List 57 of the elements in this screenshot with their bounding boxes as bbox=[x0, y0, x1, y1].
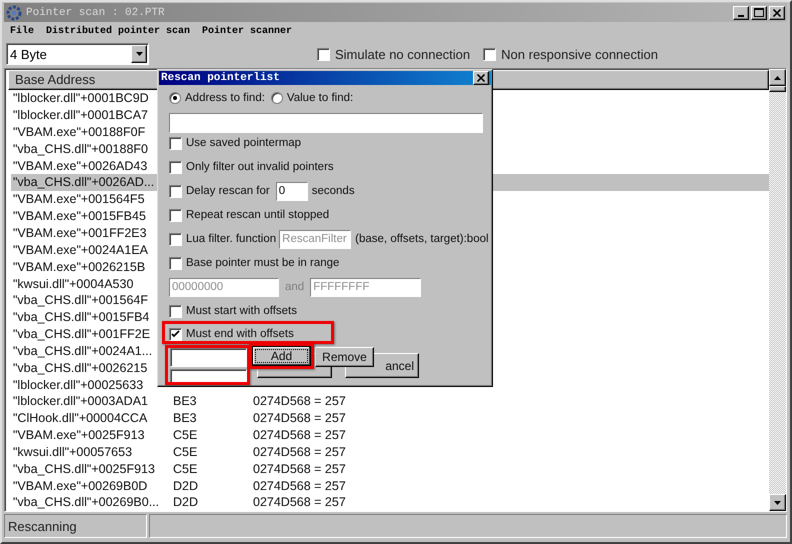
table-cell-text: 0274D568 = 257 bbox=[252, 411, 347, 426]
table-cell-text: "VBAM.exe"+00188F0F bbox=[12, 124, 146, 139]
range-joiner: and bbox=[285, 281, 304, 293]
checkbox-label: Simulate no connection bbox=[335, 46, 470, 62]
table-cell-text: C5E bbox=[172, 462, 198, 476]
table-cell-text: "kwsui.dll"+00057653 bbox=[12, 444, 134, 459]
table-cell-text: "lblocker.dll"+0001BCA7 bbox=[12, 108, 149, 122]
table-cell-text: C5E bbox=[172, 444, 198, 459]
option-label: Delay rescan for bbox=[186, 185, 270, 197]
table-cell-text: "VBAM.exe"+0024A1EA bbox=[12, 242, 149, 257]
table-cell-text: "VBAM.exe"+0025F913 bbox=[12, 428, 146, 442]
table-cell-text: "lblocker.dll"+0003ADA1 bbox=[12, 394, 149, 408]
table-cell-text: D2D bbox=[172, 495, 200, 510]
table-cell-text: "vba_CHS.dll"+00188F0 bbox=[12, 142, 149, 156]
table-cell-text: "vba_CHS.dll"+0026215 bbox=[12, 360, 148, 375]
option-label: Repeat rescan until stopped bbox=[186, 209, 330, 221]
table-cell-text: 0274D568 = 257 bbox=[252, 394, 347, 408]
table-cell-text: 0274D568 = 257 bbox=[252, 462, 347, 476]
option-label: Lua filter. function bbox=[186, 233, 276, 245]
table-cell-text: "lblocker.dll"+0001BC9D bbox=[12, 91, 150, 106]
table-cell-text: "VBAM.exe"+0026215B bbox=[12, 260, 146, 274]
table-cell-text: "vba_CHS.dll"+0026AD... bbox=[12, 175, 156, 190]
option-label: Base pointer must be in range bbox=[186, 257, 340, 269]
table-cell-text: "VBAM.exe"+001FF2E3 bbox=[12, 226, 148, 240]
table-cell-text: "kwsui.dll"+0004A530 bbox=[12, 276, 134, 291]
table-cell-text: BE3 bbox=[172, 394, 198, 408]
table-cell-text: D2D bbox=[172, 478, 200, 493]
option-label: Must start with offsets bbox=[186, 305, 297, 317]
option-label: Use saved pointermap bbox=[186, 137, 302, 149]
table-cell-text: "vba_CHS.dll"+001FF2E bbox=[12, 327, 152, 342]
table-cell-text: "VBAM.exe"+0026AD43 bbox=[12, 158, 148, 173]
table-cell-text: BE3 bbox=[172, 411, 198, 426]
table-cell-text: "vba_CHS.dll"+0024A1... bbox=[12, 344, 154, 358]
option-label: Must end with offsets bbox=[186, 328, 294, 340]
unit-label: seconds bbox=[312, 185, 355, 197]
signature-label: (base, offsets, target):bool bbox=[355, 233, 489, 245]
table-cell-text: "vba_CHS.dll"+00269B0... bbox=[12, 495, 160, 510]
table-cell-text: "vba_CHS.dll"+001564F bbox=[12, 293, 149, 308]
table-cell-text: "VBAM.exe"+00269B0D bbox=[12, 478, 148, 493]
table-cell-text: 0274D568 = 257 bbox=[252, 444, 347, 459]
option-label: Only filter out invalid pointers bbox=[186, 161, 334, 173]
table-cell-text: 0274D568 = 257 bbox=[252, 478, 347, 493]
table-cell-text: "VBAM.exe"+0015FB45 bbox=[12, 209, 147, 224]
table-cell-text: "lblocker.dll"+00025633 bbox=[12, 378, 144, 392]
table-cell-text: "ClHook.dll"+00004CCA bbox=[12, 411, 148, 426]
status-text: Rescanning bbox=[4, 514, 147, 538]
table-cell-text: "vba_CHS.dll"+0015FB4 bbox=[12, 310, 150, 324]
table-cell-text: 0274D568 = 257 bbox=[252, 428, 347, 442]
radio-label: Address to find: bbox=[185, 92, 265, 104]
table-cell-text: "VBAM.exe"+001564F5 bbox=[12, 192, 146, 206]
radio-label: Value to find: bbox=[286, 92, 354, 104]
table-cell-text: "vba_CHS.dll"+0025F913 bbox=[12, 462, 156, 476]
table-cell-text: 0274D568 = 257 bbox=[252, 495, 347, 510]
dialog-title: Rescan pointerlist bbox=[161, 72, 280, 84]
table-cell-text: C5E bbox=[172, 428, 198, 442]
window-title: Pointer scan : 02.PTR bbox=[26, 6, 166, 18]
checkbox-label: Non responsive connection bbox=[501, 46, 658, 62]
